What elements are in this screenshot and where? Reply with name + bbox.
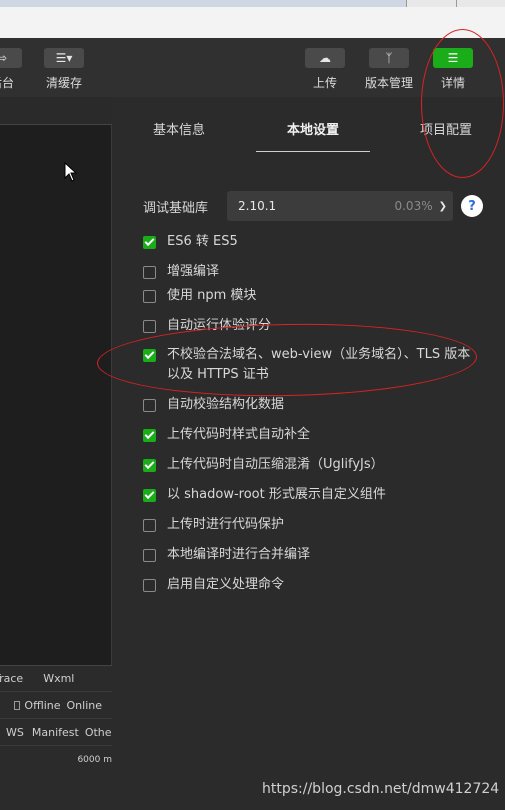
- setting-option[interactable]: 以 shadow-root 形式展示自定义组件: [143, 485, 473, 505]
- active-tab-indicator: [256, 151, 370, 152]
- browser-tab-strip: [0, 0, 406, 7]
- setting-option[interactable]: 上传代码时样式自动补全: [143, 425, 473, 445]
- checkbox-unchecked[interactable]: [143, 320, 156, 333]
- setting-option-label: 上传代码时样式自动补全: [167, 427, 311, 442]
- version-manage-label: 版本管理: [365, 76, 414, 90]
- timeline-label: 6000 m: [77, 755, 112, 765]
- setting-option-label: ES6 转 ES5: [167, 234, 238, 249]
- setting-option-label: 自动校验结构化数据: [167, 397, 285, 412]
- setting-option-label: 上传代码时自动压缩混淆（UglifyJs）: [167, 457, 384, 472]
- window-control-button[interactable]: [456, 0, 505, 7]
- annotation-ellipse-details: [421, 29, 504, 178]
- debugger-panel: Trace Wxml Offline Online WS Manifest Ot…: [0, 665, 112, 810]
- checkbox-unchecked[interactable]: [143, 399, 156, 412]
- clear-cache-label: 清缓存: [45, 76, 82, 90]
- help-icon[interactable]: ?: [461, 195, 483, 217]
- checkbox-checked[interactable]: [143, 429, 156, 442]
- debugger-tabs-row: Trace Wxml: [0, 666, 112, 692]
- watermark: https://blog.csdn.net/dmw412724: [262, 781, 500, 797]
- setting-option-label: 增强编译: [167, 264, 220, 279]
- checkbox-unchecked[interactable]: [143, 290, 156, 303]
- checkbox-unchecked[interactable]: [143, 579, 156, 592]
- upload-button[interactable]: ☁ 上传: [305, 48, 345, 91]
- setting-option[interactable]: ES6 转 ES5: [143, 232, 473, 252]
- layers-icon: ☰▾: [44, 48, 84, 68]
- setting-option-label: 上传时进行代码保护: [167, 517, 285, 532]
- console-icon: ⇨: [0, 48, 22, 68]
- timeline-row: 6000 m: [0, 747, 112, 773]
- setting-option-label: 本地编译时进行合并编译: [167, 547, 311, 562]
- setting-option[interactable]: 增强编译: [143, 262, 473, 282]
- setting-option[interactable]: 上传代码时自动压缩混淆（UglifyJs）: [143, 455, 473, 475]
- setting-option[interactable]: 启用自定义处理命令: [143, 575, 473, 595]
- checkbox-checked[interactable]: [143, 236, 156, 249]
- setting-option-label: 启用自定义处理命令: [167, 577, 285, 592]
- offline-checkbox[interactable]: [14, 701, 21, 710]
- setting-option[interactable]: 自动校验结构化数据: [143, 395, 473, 415]
- debug-lib-percent: 0.03%: [394, 199, 433, 213]
- checkbox-unchecked[interactable]: [143, 266, 156, 279]
- project-details-panel: 基本信息 本地设置 项目配置 调试基础库 2.10.1 0.03% ❯ ? ES…: [113, 97, 505, 810]
- mouse-cursor-icon: [64, 162, 78, 182]
- console-button[interactable]: ⇨ 后台: [0, 48, 22, 91]
- tab-local-settings[interactable]: 本地设置: [287, 119, 339, 138]
- filter-ws[interactable]: WS: [6, 726, 24, 739]
- simulator-topbar: [0, 97, 112, 125]
- tab-wxml[interactable]: Wxml: [43, 672, 74, 685]
- network-options-row: Offline Online: [0, 693, 112, 719]
- filter-other[interactable]: Other: [85, 726, 112, 739]
- setting-option-label: 使用 npm 模块: [167, 288, 257, 303]
- setting-option[interactable]: 上传时进行代码保护: [143, 515, 473, 535]
- network-filter-row: WS Manifest Other: [0, 720, 112, 746]
- window-control-button[interactable]: [406, 0, 456, 7]
- checkbox-unchecked[interactable]: [143, 549, 156, 562]
- setting-option[interactable]: 使用 npm 模块: [143, 286, 473, 306]
- debug-lib-label: 调试基础库: [143, 201, 209, 216]
- console-label: 后台: [0, 76, 14, 90]
- setting-option[interactable]: 本地编译时进行合并编译: [143, 545, 473, 565]
- checkbox-unchecked[interactable]: [143, 519, 156, 532]
- branch-icon: ᛉ: [369, 48, 409, 68]
- debug-lib-select[interactable]: 2.10.1 0.03% ❯: [227, 191, 453, 221]
- filter-manifest[interactable]: Manifest: [32, 726, 79, 739]
- setting-option-label: 以 shadow-root 形式展示自定义组件: [167, 487, 386, 502]
- clear-cache-button[interactable]: ☰▾ 清缓存: [44, 48, 84, 91]
- upload-label: 上传: [312, 76, 337, 90]
- checkbox-checked[interactable]: [143, 489, 156, 502]
- debug-lib-version: 2.10.1: [238, 199, 277, 213]
- version-manage-button[interactable]: ᛉ 版本管理: [365, 48, 413, 91]
- online-label[interactable]: Online: [67, 699, 102, 712]
- chevron-down-icon: ❯: [438, 200, 447, 212]
- tab-basic-info[interactable]: 基本信息: [153, 119, 205, 138]
- cloud-upload-icon: ☁: [305, 48, 345, 68]
- tab-trace[interactable]: Trace: [0, 672, 23, 685]
- browser-top-strip: [0, 0, 505, 38]
- offline-label: Offline: [24, 699, 61, 712]
- checkbox-checked[interactable]: [143, 459, 156, 472]
- simulator-pane: Trace Wxml Offline Online WS Manifest Ot…: [0, 97, 112, 810]
